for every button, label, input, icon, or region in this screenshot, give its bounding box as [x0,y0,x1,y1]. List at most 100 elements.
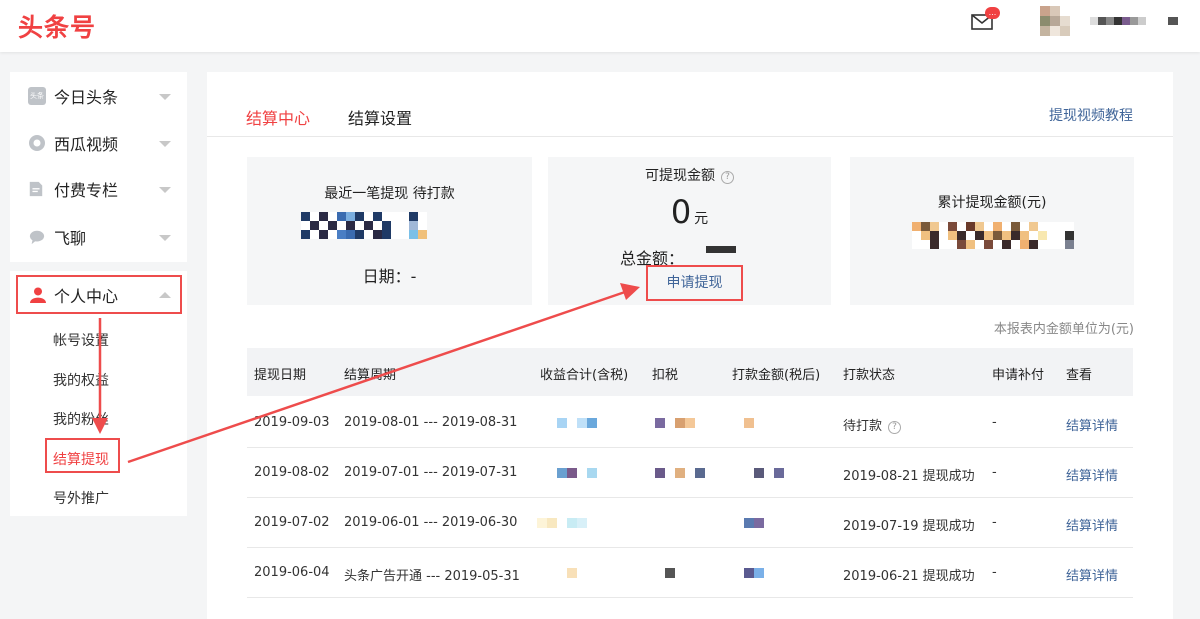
settlement-detail-link[interactable]: 结算详情 [1066,465,1118,484]
row-status: 2019-06-21 提现成功 [843,569,975,584]
sidebar: 头条 今日头条 西瓜视频 付费专栏 飞聊 [10,72,187,262]
sidebar-sub-account-settings[interactable]: 帐号设置 [53,330,109,350]
pixelated-value [655,418,665,428]
available-amount-value: 0元 [548,193,831,231]
row-period: 头条广告开通 --- 2019-05-31 [344,569,520,584]
total-amount-pixelated [706,246,736,253]
pixelated-value [655,468,665,478]
toutiao-icon: 头条 [28,87,46,105]
notification-badge: ... [985,7,1000,19]
pixelated-value [537,518,547,528]
available-amount-unit: 元 [694,211,709,227]
table-row: 2019-07-02 2019-06-01 --- 2019-06-30 201… [247,498,1133,548]
username-pixelated[interactable] [1090,17,1154,25]
row-status: 2019-07-19 提现成功 [843,519,975,534]
sidebar-sub-my-rights[interactable]: 我的权益 [53,370,109,390]
table-row: 2019-09-03 2019-08-01 --- 2019-08-31 待打款… [247,398,1133,448]
row-status: 2019-08-21 提现成功 [843,469,975,484]
pixelated-value [665,568,675,578]
cumulative-amount-title: 累计提现金额(元) [937,195,1047,211]
annotation-box-personal [16,275,182,314]
settlement-detail-link[interactable]: 结算详情 [1066,565,1118,584]
chevron-down-icon [159,235,171,241]
avatar[interactable] [1040,6,1070,36]
pixelated-value [587,418,597,428]
unit-note: 本报表内金额单位为(元) [993,322,1134,337]
sidebar-item-column[interactable]: 付费专栏 [10,167,187,211]
main-panel: 结算中心 结算设置 提现视频教程 最近一笔提现 待打款 日期：- 可提现金额? … [207,72,1173,619]
pixelated-value [744,518,754,528]
tab-settlement-center[interactable]: 结算中心 [246,105,310,129]
column-header: 打款金额(税后) [732,368,821,383]
available-amount-card: 可提现金额? 0元 总金额： 申请提现 [548,157,831,305]
pixelated-value [557,418,567,428]
column-header: 查看 [1066,368,1093,383]
pixelated-value [675,468,685,478]
settlement-detail-link[interactable]: 结算详情 [1066,515,1118,534]
row-supplement: - [992,465,997,480]
sidebar-sub-promotion[interactable]: 号外推广 [53,488,109,508]
pixelated-value [754,568,764,578]
pixelated-value [567,568,577,578]
pixelated-value [754,518,764,528]
chevron-down-icon [159,94,171,100]
dropdown-icon[interactable] [1168,17,1178,25]
pixelated-value [754,468,764,478]
pixelated-value [774,468,784,478]
xigua-icon [29,135,45,151]
table-header: 提现日期 结算周期 收益合计(含税) 扣税 打款金额(税后) 打款状态 申请补付… [247,348,1133,396]
tutorial-link[interactable]: 提现视频教程 [1049,105,1133,125]
pixelated-value [744,568,754,578]
sidebar-sub-my-fans[interactable]: 我的粉丝 [53,409,109,429]
sidebar-item-toutiao[interactable]: 头条 今日头条 [10,74,187,118]
pixelated-value [567,518,577,528]
row-supplement: - [992,515,997,530]
pixelated-value [685,418,695,428]
pixelated-value [547,518,557,528]
settlement-detail-link[interactable]: 结算详情 [1066,415,1118,434]
row-date: 2019-08-02 [254,465,330,480]
pixelated-value [577,518,587,528]
sidebar-item-xigua[interactable]: 西瓜视频 [10,121,187,165]
available-amount-label: 可提现金额 [645,168,715,184]
tab-bar: 结算中心 结算设置 提现视频教程 [207,72,1173,137]
column-header: 申请补付 [992,368,1045,383]
logo[interactable]: 头条号 [18,8,96,44]
row-supplement: - [992,415,997,430]
column-icon [29,181,43,197]
row-period: 2019-08-01 --- 2019-08-31 [344,415,518,430]
table-row: 2019-08-02 2019-07-01 --- 2019-07-31 201… [247,448,1133,498]
row-period: 2019-06-01 --- 2019-06-30 [344,515,518,530]
row-date: 2019-09-03 [254,415,330,430]
available-amount-number: 0 [670,193,692,231]
sidebar-item-feiliao[interactable]: 飞聊 [10,215,187,259]
cumulative-amount-pixelated [912,222,1074,249]
apply-withdrawal-button[interactable]: 申请提现 [646,265,743,301]
table-row: 2019-06-04 头条广告开通 --- 2019-05-31 2019-06… [247,548,1133,598]
column-header: 收益合计(含税) [540,368,629,383]
pixelated-value [744,418,754,428]
tab-settlement-settings[interactable]: 结算设置 [348,105,412,129]
help-icon[interactable]: ? [888,421,902,434]
available-amount-title: 可提现金额? [548,165,831,185]
chevron-down-icon [159,141,171,147]
row-date: 2019-07-02 [254,515,330,530]
recent-withdrawal-title: 最近一笔提现 待打款 [324,186,455,202]
chevron-down-icon [159,187,171,193]
pixelated-value [675,418,685,428]
sidebar-item-label: 付费专栏 [54,181,119,200]
top-bar: 头条号 ... [0,0,1200,52]
row-date: 2019-06-04 [254,565,330,580]
annotation-box-settlement [45,438,120,473]
sidebar-item-label: 飞聊 [54,229,87,248]
column-header: 扣税 [652,368,679,383]
recent-withdrawal-date: 日期：- [362,267,417,286]
help-icon[interactable]: ? [721,171,734,184]
row-status-text: 待打款 [843,419,883,434]
sidebar-item-label: 西瓜视频 [54,135,119,154]
sidebar-item-label: 今日头条 [54,88,119,107]
recent-withdrawal-card: 最近一笔提现 待打款 日期：- [247,157,532,305]
column-header: 结算周期 [344,368,397,383]
pixelated-value [695,468,705,478]
cumulative-amount-card: 累计提现金额(元) [850,157,1134,305]
